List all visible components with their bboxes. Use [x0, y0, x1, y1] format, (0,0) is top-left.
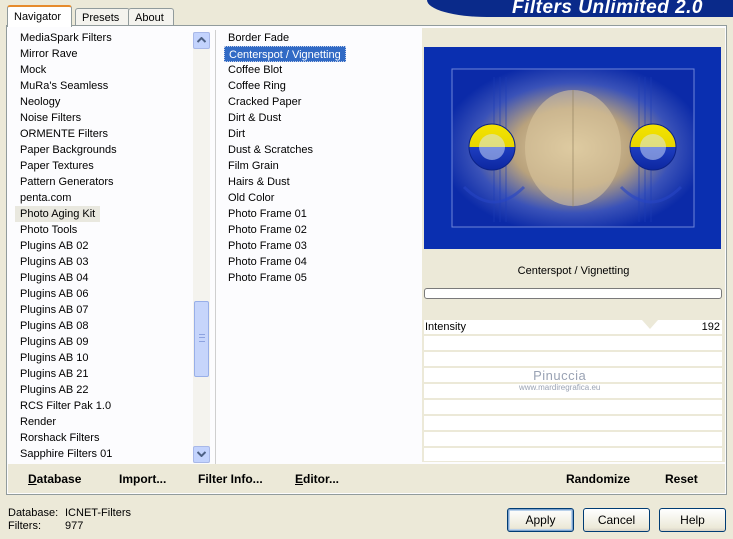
chevron-up-icon	[197, 37, 206, 43]
param-row-empty	[424, 416, 722, 432]
database-info: Database: ICNET-Filters Filters: 977	[8, 507, 131, 533]
category-list-item[interactable]: Pattern Generators	[15, 174, 195, 190]
param-row-intensity[interactable]: Intensity 192	[424, 320, 722, 336]
panel-bottom-bar: Database Import... Filter Info... Editor…	[8, 464, 725, 493]
filter-info-link[interactable]: Filter Info...	[198, 472, 263, 486]
category-list-item[interactable]: Photo Aging Kit	[15, 206, 100, 222]
filter-list-item[interactable]: Border Fade	[224, 30, 414, 46]
category-list-item[interactable]: penta.com	[15, 190, 195, 206]
reset-button[interactable]: Reset	[665, 472, 698, 486]
param-row-empty	[424, 400, 722, 416]
parameter-list: Intensity 192 Pinuccia www.mardiregrafic…	[424, 320, 722, 461]
filter-list-item[interactable]: Dirt & Dust	[224, 110, 414, 126]
category-list-item[interactable]: Plugins AB 08	[15, 318, 195, 334]
category-list-item[interactable]: Plugins AB 03	[15, 254, 195, 270]
filter-list-item[interactable]: Photo Frame 02	[224, 222, 414, 238]
app-title-banner: Filters Unlimited 2.0	[427, 0, 733, 17]
category-list-item[interactable]: Photo Tools	[15, 222, 195, 238]
filter-list-item[interactable]: Centerspot / Vignetting	[224, 46, 346, 62]
cancel-button[interactable]: Cancel	[583, 508, 650, 532]
scroll-down-button[interactable]	[193, 446, 210, 463]
chevron-down-icon	[197, 451, 206, 457]
filters-count-value: 977	[65, 520, 84, 532]
category-list-item[interactable]: MuRa's Seamless	[15, 78, 195, 94]
param-row-empty	[424, 432, 722, 448]
param-row-empty	[424, 368, 722, 384]
filter-list-item[interactable]: Photo Frame 01	[224, 206, 414, 222]
category-list-item[interactable]: Plugins AB 22	[15, 382, 195, 398]
filter-list-item[interactable]: Photo Frame 04	[224, 254, 414, 270]
category-list-item[interactable]: Plugins AB 07	[15, 302, 195, 318]
category-list-item[interactable]: Plugins AB 09	[15, 334, 195, 350]
preview-pane: Centerspot / Vignetting Intensity 192 Pi…	[422, 28, 725, 462]
category-list-item[interactable]: Plugins AB 04	[15, 270, 195, 286]
filter-list[interactable]: Border Fade Centerspot / Vignetting Coffee…	[224, 30, 414, 464]
category-list-item[interactable]: Mock	[15, 62, 195, 78]
filter-list-item[interactable]: Coffee Blot	[224, 62, 414, 78]
category-list-item[interactable]: Plugins AB 02	[15, 238, 195, 254]
app-title: Filters Unlimited 2.0	[511, 0, 703, 17]
category-list-item[interactable]: Plugins AB 06	[15, 286, 195, 302]
filter-list-item[interactable]: Photo Frame 05	[224, 270, 414, 286]
scroll-thumb[interactable]	[194, 301, 209, 377]
randomize-button[interactable]: Randomize	[566, 472, 630, 486]
category-list-item[interactable]: ORMENTE Filters	[15, 126, 195, 142]
preview-image	[424, 47, 721, 249]
filter-list-item[interactable]: Coffee Ring	[224, 78, 414, 94]
category-list-item[interactable]: Plugins AB 10	[15, 350, 195, 366]
help-button[interactable]: Help	[659, 508, 726, 532]
category-scrollbar[interactable]	[193, 32, 210, 463]
category-list-item[interactable]: Neology	[15, 94, 195, 110]
category-list[interactable]: MediaSpark Filters Mirror Rave Mock MuRa's …	[15, 30, 195, 464]
param-row-empty	[424, 336, 722, 352]
category-list-item[interactable]: Mirror Rave	[15, 46, 195, 62]
category-list-item[interactable]: Paper Backgrounds	[15, 142, 195, 158]
selected-filter-name: Centerspot / Vignetting	[517, 265, 630, 277]
category-list-item[interactable]: Sapphire Filters 01	[15, 446, 195, 462]
category-list-item[interactable]: Noise Filters	[15, 110, 195, 126]
divider	[215, 30, 216, 464]
param-label: Intensity	[425, 321, 466, 333]
progress-bar	[424, 288, 722, 299]
filter-list-item[interactable]: Dust & Scratches	[224, 142, 414, 158]
database-link[interactable]: Database	[28, 472, 81, 486]
category-list-item[interactable]: MediaSpark Filters	[15, 30, 195, 46]
category-list-item[interactable]: Rorshack Filters	[15, 430, 195, 446]
filter-list-item[interactable]: Hairs & Dust	[224, 174, 414, 190]
database-value: ICNET-Filters	[65, 507, 131, 519]
import-link[interactable]: Import...	[119, 472, 166, 486]
param-value: 192	[701, 321, 720, 333]
filter-list-item[interactable]: Old Color	[224, 190, 414, 206]
category-list-item[interactable]: Paper Textures	[15, 158, 195, 174]
apply-button[interactable]: Apply	[507, 508, 574, 532]
database-label: Database:	[8, 507, 59, 519]
filter-list-item[interactable]: Film Grain	[224, 158, 414, 174]
filters-count-label: Filters:	[8, 520, 41, 532]
filter-list-item[interactable]: Photo Frame 03	[224, 238, 414, 254]
filter-list-item[interactable]: Dirt	[224, 126, 414, 142]
tab-navigator[interactable]: Navigator	[7, 5, 72, 27]
param-row-empty	[424, 384, 722, 400]
navigator-panel: MediaSpark Filters Mirror Rave Mock MuRa's …	[6, 25, 727, 495]
editor-link[interactable]: Editor...	[295, 472, 339, 486]
category-list-item[interactable]: Plugins AB 21	[15, 366, 195, 382]
param-row-empty	[424, 352, 722, 368]
slider-thumb[interactable]	[642, 320, 658, 329]
category-list-item[interactable]: Render	[15, 414, 195, 430]
filter-list-item[interactable]: Cracked Paper	[224, 94, 414, 110]
category-list-item[interactable]: RCS Filter Pak 1.0	[15, 398, 195, 414]
scroll-up-button[interactable]	[193, 32, 210, 49]
